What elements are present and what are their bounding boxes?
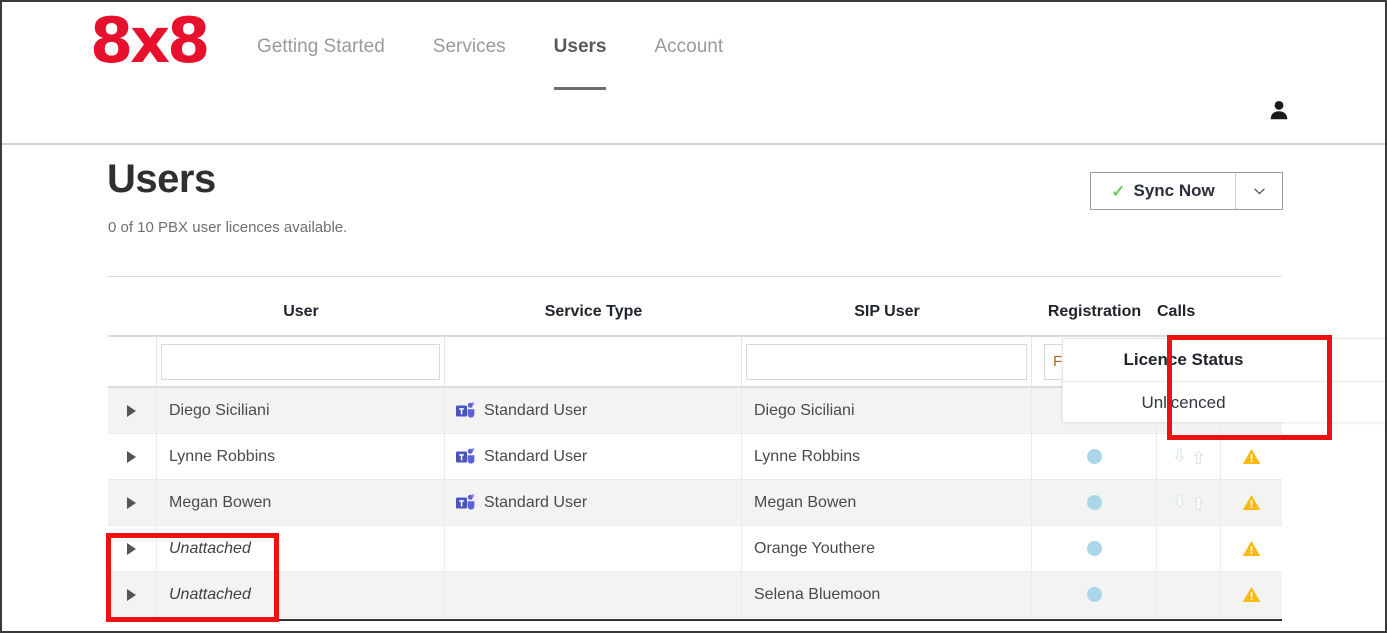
chevron-right-icon[interactable] (127, 450, 136, 463)
cell-registration (1032, 526, 1157, 571)
licence-status-panel: Licence Status Unlicenced (1062, 338, 1385, 422)
download-upload-arrows-icon (1171, 448, 1207, 465)
filter-cell-expander (108, 337, 157, 386)
top-navigation-bar: 8x8 Getting Started Services Users Accou… (2, 2, 1385, 145)
cell-calls (1157, 572, 1221, 617)
main-nav-links: Getting Started Services Users Account (257, 32, 723, 90)
table-header-row: User Service Type SIP User Registration … (108, 302, 1282, 337)
chevron-right-icon[interactable] (127, 404, 136, 417)
column-header-sip-user[interactable]: SIP User (742, 302, 1032, 321)
sync-now-label: Sync Now (1133, 181, 1215, 200)
nav-item-users[interactable]: Users (553, 32, 631, 90)
cell-licence-status (1221, 434, 1282, 479)
cell-sip-user: Diego Siciliani (742, 388, 1032, 433)
sync-now-main[interactable]: ✓ Sync Now (1091, 173, 1235, 209)
cell-service-type-label: Standard User (484, 447, 588, 465)
cell-registration (1032, 480, 1157, 525)
warning-triangle-icon (1242, 449, 1261, 464)
warning-triangle-icon (1242, 587, 1261, 602)
teams-icon (456, 493, 475, 510)
cell-sip-user: Selena Bluemoon (742, 572, 1032, 617)
licence-status-title: Licence Status (1063, 339, 1385, 382)
column-header-licence (1221, 302, 1282, 303)
sip-user-filter-input[interactable] (746, 343, 1027, 380)
table-row[interactable]: Megan Bowen Standard User Megan Bowen (108, 480, 1282, 526)
cell-service-type (445, 526, 742, 571)
user-filter-input[interactable] (161, 343, 440, 380)
cell-sip-user: Megan Bowen (742, 480, 1032, 525)
download-upload-arrows-icon (1171, 494, 1207, 511)
cell-user: Unattached (157, 526, 445, 571)
cell-registration (1032, 434, 1157, 479)
cell-service-type-label: Standard User (484, 493, 588, 511)
column-header-expander (108, 302, 157, 303)
app-window: 8x8 Getting Started Services Users Accou… (0, 0, 1387, 633)
cell-service-type (445, 572, 742, 617)
cell-service-type: Standard User (445, 434, 742, 479)
cell-sip-user: Orange Youthere (742, 526, 1032, 571)
cell-service-type-label: Standard User (484, 401, 588, 419)
column-header-service-type[interactable]: Service Type (445, 302, 742, 321)
cell-user: Diego Siciliani (157, 388, 445, 433)
licence-availability-text: 0 of 10 PBX user licences available. (108, 219, 348, 236)
filter-cell-user (157, 337, 445, 386)
cell-user: Unattached (157, 572, 445, 617)
dot-icon (1086, 495, 1102, 510)
brand-logo[interactable]: 8x8 (90, 10, 210, 72)
cell-calls (1157, 480, 1221, 525)
teams-icon (456, 447, 475, 464)
table-row[interactable]: Unattached Selena Bluemoon (108, 572, 1282, 618)
cell-licence-status (1221, 480, 1282, 525)
cell-licence-status (1221, 526, 1282, 571)
nav-item-account[interactable]: Account (654, 32, 723, 62)
filter-cell-sip-user (742, 337, 1032, 386)
chevron-right-icon[interactable] (127, 542, 136, 555)
cell-service-type: Standard User (445, 480, 742, 525)
cell-sip-user: Lynne Robbins (742, 434, 1032, 479)
cell-calls (1157, 434, 1221, 479)
table-bottom-border (108, 619, 1282, 621)
cell-user: Megan Bowen (157, 480, 445, 525)
cell-service-type: Standard User (445, 388, 742, 433)
teams-icon (456, 401, 475, 418)
chevron-down-icon (1253, 187, 1265, 194)
dot-icon (1086, 587, 1102, 602)
dot-icon (1086, 449, 1102, 464)
cell-calls (1157, 526, 1221, 571)
row-expander-cell[interactable] (108, 388, 157, 433)
row-expander-cell[interactable] (108, 572, 157, 617)
nav-item-getting-started[interactable]: Getting Started (257, 32, 409, 62)
filter-cell-service-type (445, 337, 742, 386)
header-divider (108, 276, 1282, 277)
warning-triangle-icon (1242, 541, 1261, 556)
cell-registration (1032, 572, 1157, 617)
user-icon[interactable] (1270, 100, 1288, 120)
column-header-user[interactable]: User (157, 302, 445, 321)
chevron-right-icon[interactable] (127, 496, 136, 509)
cell-user: Lynne Robbins (157, 434, 445, 479)
column-header-registration[interactable]: Registration (1032, 302, 1157, 321)
sync-now-button[interactable]: ✓ Sync Now (1090, 172, 1283, 210)
table-row[interactable]: Unattached Orange Youthere (108, 526, 1282, 572)
licence-status-value: Unlicenced (1141, 393, 1226, 412)
page-title: Users (107, 157, 216, 201)
check-icon: ✓ (1111, 181, 1126, 201)
warning-triangle-icon (1242, 495, 1261, 510)
chevron-right-icon[interactable] (127, 588, 136, 601)
row-expander-cell[interactable] (108, 480, 157, 525)
table-row[interactable]: Lynne Robbins Standard User Lynne Robbin… (108, 434, 1282, 480)
cell-licence-status (1221, 572, 1282, 617)
row-expander-cell[interactable] (108, 526, 157, 571)
row-expander-cell[interactable] (108, 434, 157, 479)
column-header-calls[interactable]: Calls (1157, 302, 1221, 321)
nav-item-services[interactable]: Services (433, 32, 530, 62)
dot-icon (1086, 541, 1102, 556)
sync-now-dropdown-button[interactable] (1235, 173, 1282, 209)
